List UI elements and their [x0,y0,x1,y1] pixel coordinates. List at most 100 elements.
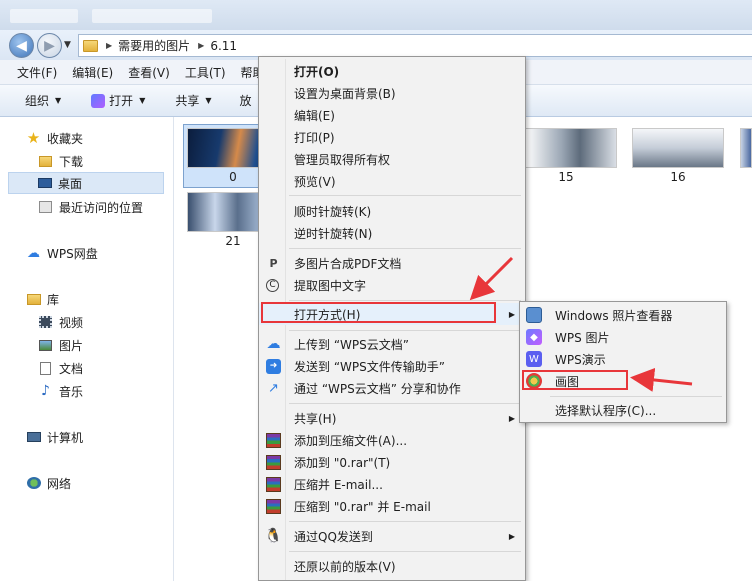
picture-icon [38,338,53,352]
sidebar-item-computer[interactable]: 计算机 [26,426,194,448]
menu-item-merge-pdf[interactable]: P 多图片合成PDF文档 [259,252,525,274]
menu-item-label: 压缩并 E-mail... [294,477,383,492]
menu-file[interactable]: 文件(F) [17,64,57,81]
menu-item-open[interactable]: 打开(O) [259,60,525,82]
wps-icon [91,93,106,108]
cloud-icon: ☁ [27,245,40,261]
forward-button[interactable]: ▶ [37,33,62,58]
highlight-box [261,302,496,323]
sidebar-item-recent[interactable]: 最近访问的位置 [38,196,206,218]
menu-item-add-archive[interactable]: 添加到压缩文件(A)... [259,429,525,451]
menu-item-take-ownership[interactable]: 管理员取得所有权 [259,148,525,170]
qq-penguin-icon: 🐧 [264,528,283,544]
breadcrumb-item[interactable]: 需要用的图片 [118,37,190,54]
menu-item-share-collab[interactable]: ↗ 通过 “WPS云文档” 分享和协作 [259,377,525,399]
menu-item-label: 提取图中文字 [294,278,367,293]
file-label[interactable]: 16 [632,170,724,184]
menu-item-label: 添加到 "0.rar"(T) [294,455,391,470]
sidebar-item-pictures[interactable]: 图片 [38,334,206,356]
submenu-item-wps-pictures[interactable]: ◆ WPS 图片 [520,326,726,348]
library-icon [26,292,41,306]
sidebar-item-downloads[interactable]: 下载 [38,150,206,172]
menu-item-label: 顺时针旋转(K) [294,204,372,219]
sidebar-item-wps-disk[interactable]: ☁ WPS网盘 [26,242,194,264]
film-icon [38,315,53,329]
menu-item-upload-cloud[interactable]: ☁ 上传到 “WPS云文档” [259,333,525,355]
menu-item-send-qq[interactable]: 🐧 通过QQ发送到 ▶ [259,525,525,547]
menu-item-rotate-ccw[interactable]: 逆时针旋转(N) [259,222,525,244]
submenu-item-label: Windows 照片查看器 [555,308,673,323]
sidebar-item-music[interactable]: ♪ 音乐 [38,380,206,402]
menu-item-edit[interactable]: 编辑(E) [259,104,525,126]
recent-places-icon [38,200,53,214]
computer-icon [26,430,41,444]
submenu-item-photo-viewer[interactable]: Windows 照片查看器 [520,304,726,326]
submenu-arrow-icon: ▶ [508,413,515,423]
sidebar-item-label: 下载 [59,154,84,169]
history-dropdown-icon[interactable]: ▼ [64,40,71,50]
share-label: 共享 [175,94,200,108]
photo-viewer-icon [526,307,542,323]
menu-item-label: 上传到 “WPS云文档” [294,337,409,352]
menu-item-label: 预览(V) [294,174,336,189]
menu-item-extract-text[interactable]: C 提取图中文字 [259,274,525,296]
chevron-down-icon: ▼ [139,96,146,105]
sidebar-item-documents[interactable]: 文档 [38,357,206,379]
menu-item-add-rar[interactable]: 添加到 "0.rar"(T) [259,451,525,473]
menu-item-rotate-cw[interactable]: 顺时针旋转(K) [259,200,525,222]
menu-edit[interactable]: 编辑(E) [72,64,113,81]
menu-tools[interactable]: 工具(T) [185,64,226,81]
submenu-item-wps-presentation[interactable]: W WPS演示 [520,348,726,370]
open-with-submenu: Windows 照片查看器 ◆ WPS 图片 W WPS演示 画图 选择默认程序… [519,301,727,423]
sidebar-item-label: 收藏夹 [47,131,84,146]
organize-label: 组织 [25,94,50,108]
winrar-icon [266,454,281,470]
chevron-right-icon[interactable]: ▶ [198,41,204,50]
image-thumbnail[interactable] [525,128,617,168]
folder-icon [83,39,98,52]
winrar-icon [266,432,281,448]
music-note-icon: ♪ [41,383,50,399]
menu-view[interactable]: 查看(V) [128,64,170,81]
chevron-right-icon[interactable]: ▶ [106,41,112,50]
menu-item-compress-email[interactable]: 压缩并 E-mail... [259,473,525,495]
sidebar-item-favorites[interactable]: ★ 收藏夹 [26,127,194,149]
sidebar-item-library[interactable]: 库 [26,288,194,310]
sidebar-item-desktop[interactable]: 桌面 [8,172,164,194]
image-thumbnail[interactable] [740,128,752,168]
submenu-arrow-icon: ▶ [508,531,515,541]
menu-separator [289,551,521,552]
menu-item-print[interactable]: 打印(P) [259,126,525,148]
breadcrumb-item[interactable]: 6.11 [210,39,237,53]
sidebar-item-label: 图片 [59,338,84,353]
toolbar-partial-button[interactable]: 放 [240,92,252,109]
menu-item-send-transfer[interactable]: ➜ 发送到 “WPS文件传输助手” [259,355,525,377]
menu-separator [289,521,521,522]
address-input[interactable]: ▶ 需要用的图片 ▶ 6.11 [78,34,752,57]
text-recognition-icon: C [266,278,279,292]
menu-item-set-wallpaper[interactable]: 设置为桌面背景(B) [259,82,525,104]
sidebar-item-label: WPS网盘 [47,246,98,261]
back-button[interactable]: ◀ [9,33,34,58]
image-thumbnail[interactable] [632,128,724,168]
menu-item-label: 打印(P) [294,130,335,145]
share-arrow-icon: ↗ [268,380,279,396]
winrar-icon [266,498,281,514]
share-button[interactable]: 共享 ▼ [175,92,211,109]
menu-item-share[interactable]: 共享(H) ▶ [259,407,525,429]
sidebar-item-videos[interactable]: 视频 [38,311,206,333]
blurred-tab [10,9,78,23]
file-label[interactable]: 15 [520,170,612,184]
menu-item-label: 添加到压缩文件(A)... [294,433,408,448]
winrar-icon [266,476,281,492]
open-button[interactable]: 打开 ▼ [91,92,145,109]
menu-item-restore-version[interactable]: 还原以前的版本(V) [259,555,525,577]
menu-item-preview[interactable]: 预览(V) [259,170,525,192]
menu-item-compress-rar-email[interactable]: 压缩到 "0.rar" 并 E-mail [259,495,525,517]
sidebar-item-label: 桌面 [58,176,83,191]
sidebar-item-network[interactable]: 网络 [26,472,194,494]
organize-button[interactable]: 组织 ▼ [25,92,61,109]
submenu-item-choose-default[interactable]: 选择默认程序(C)... [520,399,726,421]
menu-item-label: 编辑(E) [294,108,335,123]
sidebar-item-label: 库 [47,292,60,307]
